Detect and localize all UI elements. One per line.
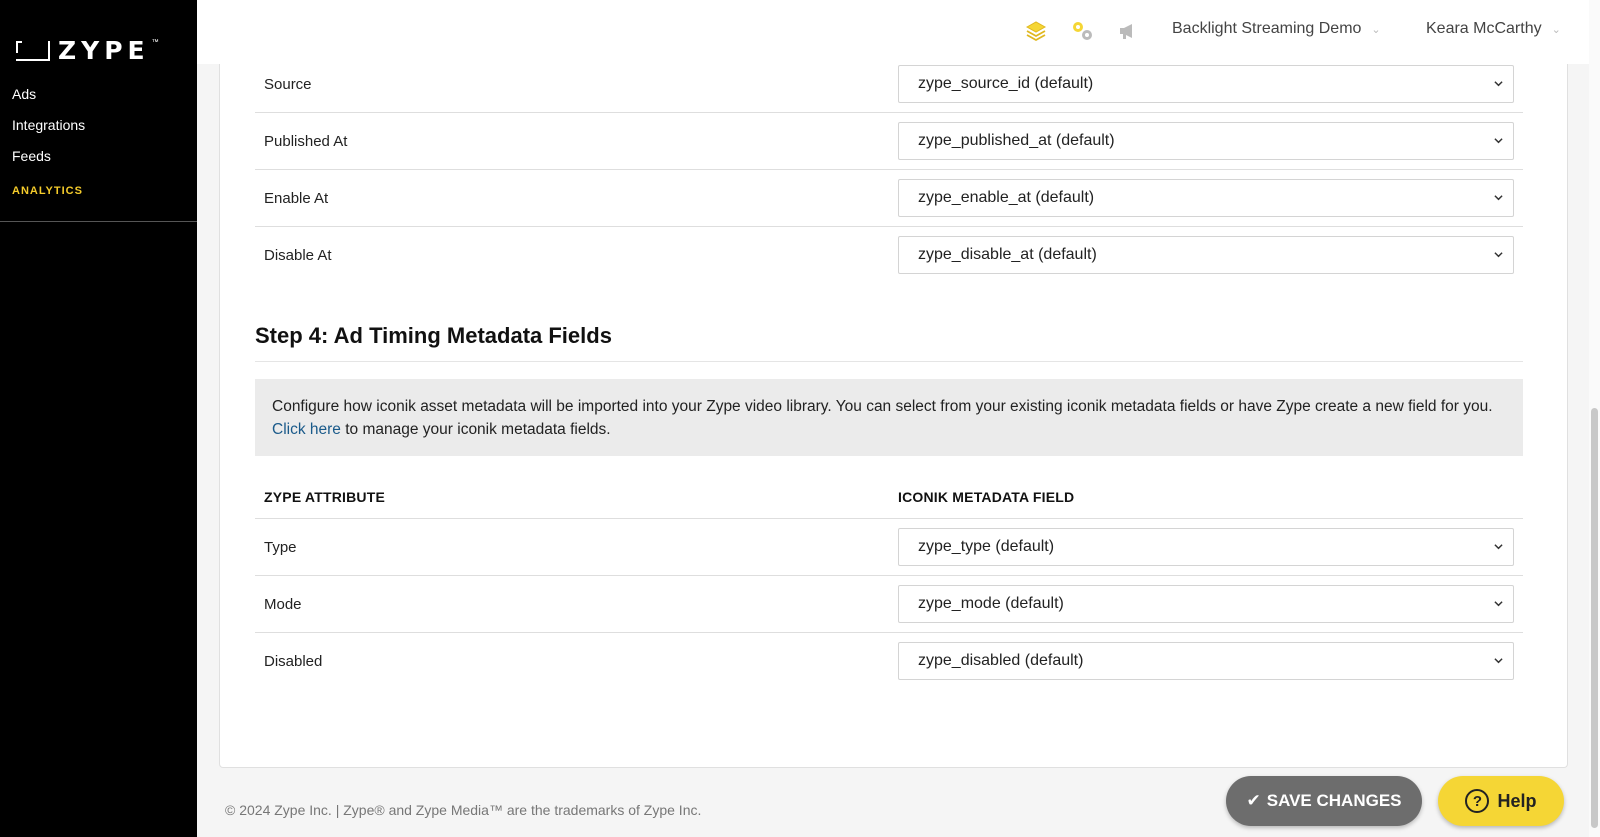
chevron-down-icon: ⌄ [1551, 23, 1561, 36]
check-icon: ✔ [1246, 791, 1261, 810]
select-value: zype_disabled (default) [918, 652, 1084, 669]
sidebar-item-feeds[interactable]: Feeds [12, 144, 85, 175]
chevron-down-icon [1494, 544, 1503, 550]
sidebar: ZYPE ™ Ads Integrations Feeds ANALYTICS [0, 0, 197, 837]
attribute-label: Disabled [264, 653, 323, 670]
logo-text: ZYPE [58, 36, 150, 65]
table-row: Published At zype_published_at (default) [255, 113, 1523, 170]
chevron-down-icon [1494, 252, 1503, 258]
table-row: Type zype_type (default) [255, 519, 1523, 576]
sidebar-section-analytics[interactable]: ANALYTICS [12, 179, 85, 210]
top-bar: Backlight Streaming Demo ⌄ Keara McCarth… [197, 0, 1600, 64]
chevron-down-icon: ⌄ [1371, 23, 1381, 36]
step-4-title: Step 4: Ad Timing Metadata Fields [255, 323, 612, 348]
help-button[interactable]: ? Help [1438, 776, 1564, 826]
logo-trademark: ™ [151, 39, 159, 46]
select-value: zype_source_id (default) [918, 75, 1094, 92]
attribute-label: Type [264, 538, 297, 556]
select-value: zype_enable_at (default) [918, 189, 1095, 206]
footer-copyright: © 2024 Zype Inc. | Zype® and Zype Media™… [225, 802, 702, 818]
table-row: Enable At zype_enable_at (default) [255, 170, 1523, 227]
info-text: Configure how iconik asset metadata will… [272, 398, 1493, 415]
select-value: zype_mode (default) [918, 595, 1064, 612]
chevron-down-icon [1494, 601, 1503, 607]
question-icon: ? [1465, 789, 1490, 813]
metadata-field-select[interactable]: zype_disabled (default) [898, 642, 1514, 680]
sidebar-item-ads[interactable]: Ads [12, 82, 85, 113]
attribute-label: Published At [264, 132, 348, 150]
manage-metadata-link[interactable]: Click here [272, 421, 341, 438]
table-row: Source zype_source_id (default) [255, 56, 1523, 113]
attribute-label: Source [264, 75, 312, 93]
column-header-attribute: ZYPE ATTRIBUTE [264, 489, 386, 505]
select-value: zype_disable_at (default) [918, 246, 1097, 263]
account-select-label: Backlight Streaming Demo [1172, 20, 1362, 37]
chevron-down-icon [1494, 658, 1503, 664]
select-value: zype_published_at (default) [918, 132, 1115, 149]
metadata-field-select[interactable]: zype_source_id (default) [898, 65, 1514, 103]
stack-icon[interactable] [1023, 18, 1049, 44]
metadata-field-select[interactable]: zype_type (default) [898, 528, 1514, 566]
help-button-label: Help [1497, 790, 1537, 811]
gear-icon[interactable] [1069, 18, 1095, 44]
column-header-metadata-field: ICONIK METADATA FIELD [898, 489, 1075, 505]
select-value: zype_type (default) [918, 538, 1055, 555]
chevron-down-icon [1494, 195, 1503, 201]
user-select[interactable]: Keara McCarthy ⌄ [1426, 20, 1561, 38]
attribute-label: Enable At [264, 189, 329, 207]
save-changes-button[interactable]: ✔ SAVE CHANGES [1226, 776, 1422, 826]
chevron-down-icon [1494, 138, 1503, 144]
divider [255, 361, 1523, 362]
table-row: Mode zype_mode (default) [255, 576, 1523, 633]
save-button-label: SAVE CHANGES [1266, 791, 1402, 810]
scrollbar-thumb[interactable] [1591, 408, 1598, 828]
sidebar-nav: Ads Integrations Feeds ANALYTICS [12, 82, 85, 210]
metadata-field-select[interactable]: zype_enable_at (default) [898, 179, 1514, 217]
integration-settings-panel: Source zype_source_id (default) Publishe… [219, 64, 1568, 768]
info-box: Configure how iconik asset metadata will… [255, 379, 1523, 456]
attribute-label: Mode [264, 595, 302, 613]
metadata-field-select[interactable]: zype_published_at (default) [898, 122, 1514, 160]
zype-logo[interactable]: ZYPE ™ [16, 36, 165, 65]
table-row: Disabled zype_disabled (default) [255, 633, 1523, 690]
table-row: Disable At zype_disable_at (default) [255, 227, 1523, 284]
zype-logo-mark [16, 40, 50, 61]
sidebar-divider [0, 221, 197, 222]
user-select-label: Keara McCarthy [1426, 20, 1542, 37]
info-text-after: to manage your iconik metadata fields. [345, 421, 611, 438]
metadata-field-select[interactable]: zype_mode (default) [898, 585, 1514, 623]
metadata-field-select[interactable]: zype_disable_at (default) [898, 236, 1514, 274]
attribute-label: Disable At [264, 247, 332, 264]
account-select[interactable]: Backlight Streaming Demo ⌄ [1172, 20, 1381, 38]
megaphone-icon[interactable] [1115, 18, 1141, 44]
topbar-icons [1023, 18, 1141, 44]
sidebar-item-integrations[interactable]: Integrations [12, 113, 85, 144]
chevron-down-icon [1494, 81, 1503, 87]
